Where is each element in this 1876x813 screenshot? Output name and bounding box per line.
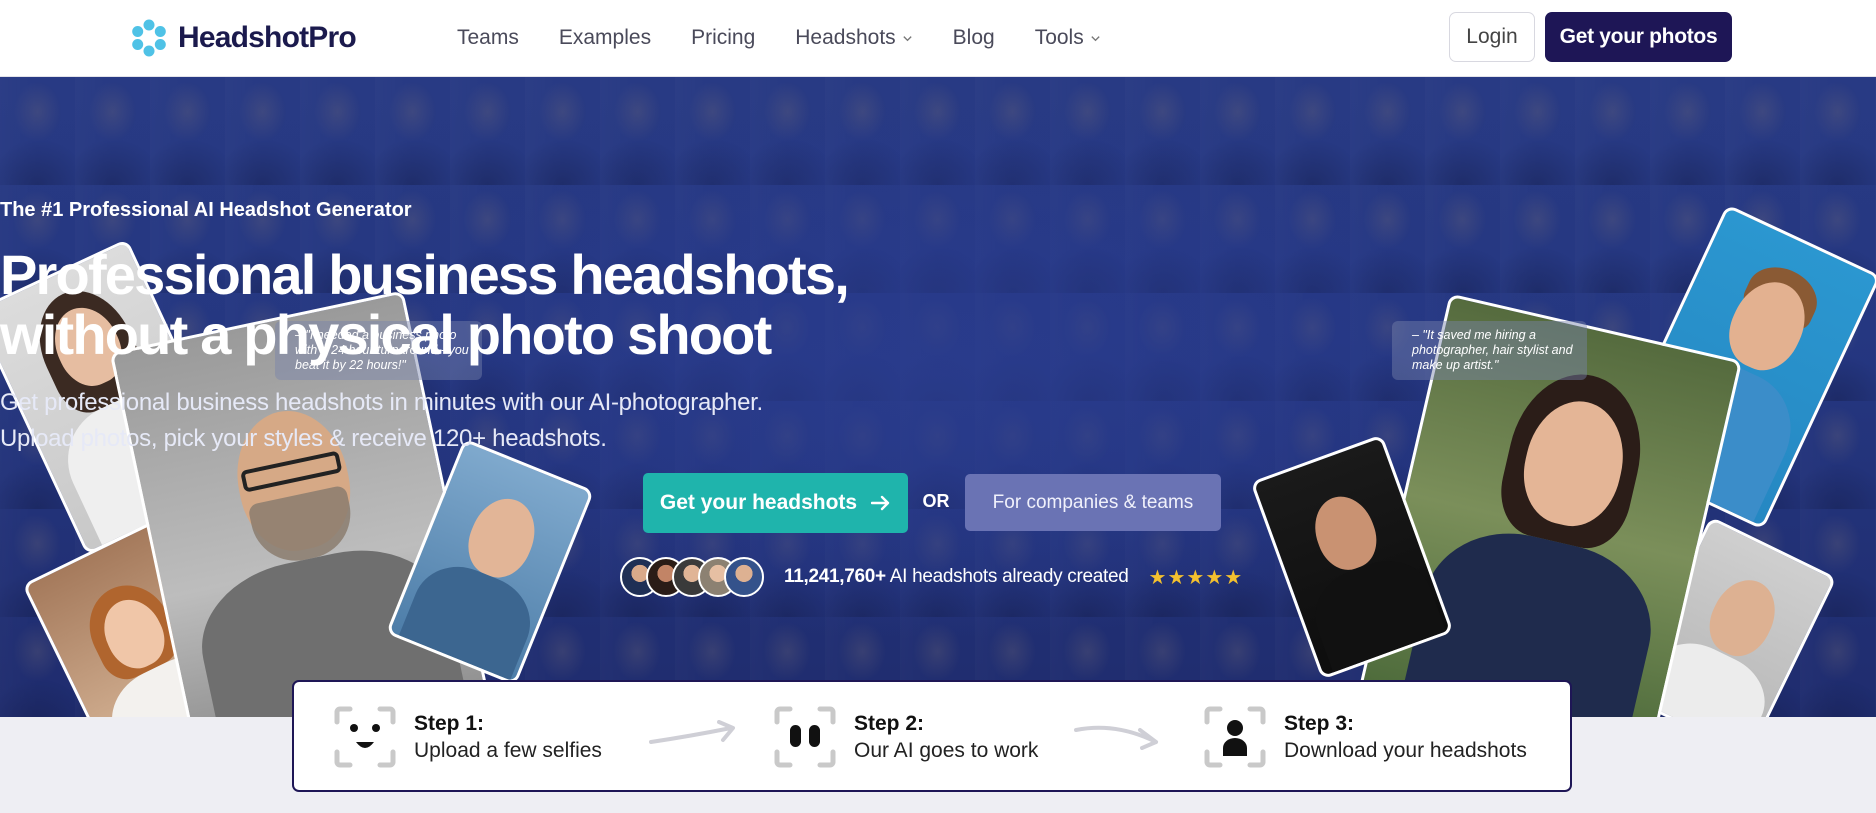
nav-link-label: Teams: [457, 26, 519, 49]
hero-subheadline: Get professional business headshots in m…: [0, 385, 1876, 457]
step-description: Download your headshots: [1284, 738, 1527, 762]
nav-link-teams[interactable]: Teams: [457, 23, 519, 53]
nav-link-label: Blog: [952, 26, 995, 49]
step-description: Upload a few selfies: [414, 738, 602, 762]
main-menu: Teams Examples Pricing Headshots Blog To…: [457, 23, 1101, 53]
step-title: Step 1:: [414, 711, 485, 735]
headshot-count-suffix: AI headshots already created: [885, 566, 1129, 587]
hero-headline: Professional business headshots, without…: [0, 245, 1876, 365]
step-1: Step 1: Upload a few selfies: [334, 706, 602, 768]
get-your-headshots-button[interactable]: Get your headshots: [643, 473, 908, 533]
avatar: [724, 557, 764, 597]
login-button[interactable]: Login: [1449, 12, 1535, 62]
get-your-photos-button[interactable]: Get your photos: [1545, 12, 1732, 62]
headline-line-1: Professional business headshots,: [0, 243, 850, 306]
subheadline-line-1: Get professional business headshots in m…: [0, 389, 763, 416]
headshot-count: 11,241,760+: [784, 566, 886, 587]
nav-link-examples[interactable]: Examples: [559, 23, 651, 53]
hero-section: – "I needed a business photo with a 24 h…: [0, 77, 1876, 717]
step-text: Step 1: Upload a few selfies: [414, 712, 602, 763]
arrow-right-icon: [871, 495, 890, 511]
headline-line-2: without a physical photo shoot: [0, 303, 772, 366]
subheadline-line-2: Upload photos, pick your styles & receiv…: [0, 425, 607, 452]
step-title: Step 3:: [1284, 711, 1355, 735]
smiley-face-icon: [334, 706, 396, 768]
brand-name: HeadshotPro: [178, 21, 357, 54]
step-3: Step 3: Download your headshots: [1204, 706, 1527, 768]
nav-link-label: Headshots: [795, 26, 896, 49]
nav-link-label: Tools: [1034, 26, 1084, 49]
top-navbar: HeadshotPro Teams Examples Pricing Heads…: [0, 0, 1876, 77]
curved-arrow-icon: [649, 720, 735, 744]
person-portrait-icon: [1204, 706, 1266, 768]
nav-link-label: Pricing: [691, 26, 756, 49]
nav-link-tools[interactable]: Tools: [1035, 23, 1101, 53]
nav-link-blog[interactable]: Blog: [953, 23, 995, 53]
chevron-down-icon: [903, 35, 912, 41]
companies-teams-button[interactable]: For companies & teams: [965, 474, 1221, 531]
button-label: Get your headshots: [659, 491, 858, 514]
avatar-stack: [620, 557, 764, 597]
nav-link-label: Examples: [558, 26, 652, 49]
logo-icon: [132, 19, 166, 57]
ai-eyes-icon: [774, 706, 836, 768]
hero-kicker: The #1 Professional AI Headshot Generato…: [0, 199, 412, 221]
steps-panel: Step 1: Upload a few selfies Step 2: Our…: [292, 680, 1572, 792]
nav-link-headshots[interactable]: Headshots: [795, 23, 912, 53]
chevron-down-icon: [1091, 35, 1100, 41]
nav-link-pricing[interactable]: Pricing: [691, 23, 755, 53]
headshot-counter: 11,241,760+ AI headshots already created: [784, 566, 1129, 588]
social-proof: 11,241,760+ AI headshots already created…: [620, 556, 1243, 598]
step-title: Step 2:: [854, 711, 925, 735]
curved-arrow-icon: [1074, 725, 1158, 750]
step-2: Step 2: Our AI goes to work: [774, 706, 1038, 768]
step-description: Our AI goes to work: [854, 738, 1039, 762]
step-text: Step 3: Download your headshots: [1284, 712, 1527, 763]
rating-stars-icon: ★★★★★: [1148, 566, 1244, 589]
brand-logo[interactable]: HeadshotPro: [130, 19, 357, 57]
step-text: Step 2: Our AI goes to work: [854, 712, 1038, 763]
or-divider: OR: [922, 491, 950, 511]
